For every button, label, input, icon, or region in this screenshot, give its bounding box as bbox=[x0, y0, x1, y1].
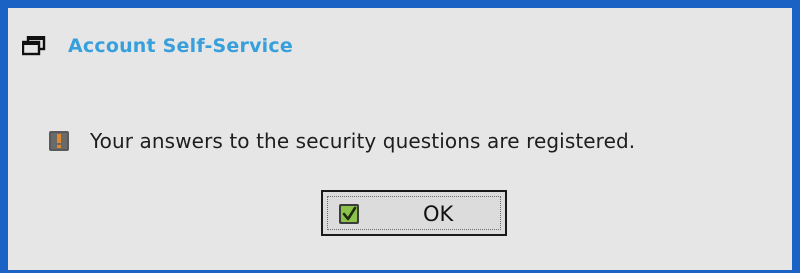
ok-button-label: OK bbox=[423, 202, 454, 226]
window-restore-icon bbox=[22, 36, 46, 56]
message-text: Your answers to the security questions a… bbox=[90, 129, 636, 153]
checkmark-icon bbox=[338, 203, 360, 225]
dialog-window: Account Self-Service Your answers to the… bbox=[0, 0, 800, 273]
message-row: Your answers to the security questions a… bbox=[48, 129, 635, 153]
warning-icon bbox=[48, 130, 70, 152]
window-title: Account Self-Service bbox=[68, 35, 293, 57]
ok-button[interactable]: OK bbox=[321, 190, 507, 236]
ok-button-focus-ring: OK bbox=[327, 196, 501, 230]
title-bar: Account Self-Service bbox=[22, 30, 293, 62]
